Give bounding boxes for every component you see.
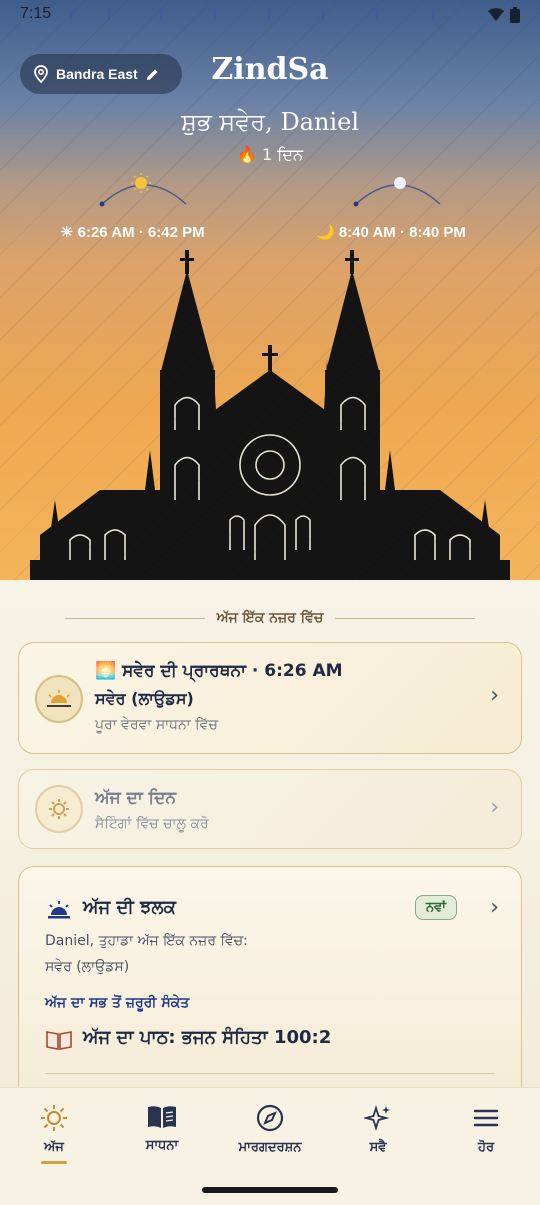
app-title: ZindSa <box>211 52 329 87</box>
chevron-right-icon: › <box>490 895 499 920</box>
glimpse-line-2: ਸਵੇਰ (ਲਾਉਡਸ) <box>45 959 130 975</box>
nav-label: ਸਵੈ <box>369 1140 387 1155</box>
glimpse-title: ਅੱਜ ਦੀ ਝਲਕ <box>83 897 176 918</box>
nav-more[interactable]: ਹੋਰ <box>432 1088 540 1175</box>
prayer-title: 🌅 ਸਵੇਰ ਦੀ ਪ੍ਰਾਰਥਨਾ · 6:26 AM <box>95 661 343 681</box>
prayer-card[interactable]: 🌅 ਸਵੇਰ ਦੀ ਪ੍ਰਾਰਥਨਾ · 6:26 AM ਸਵੇਰ (ਲਾਉਡਸ… <box>18 642 522 754</box>
hero-banner: 7:15 Bandra East ZindSa ਸ਼ੁਭ ਸਵੇਰ, Danie… <box>0 0 540 580</box>
prayer-detail: ਪੂਰਾ ਵੇਰਵਾ ਸਾਧਨਾ ਵਿੱਚ <box>95 717 218 733</box>
day-title: ਅੱਜ ਦਾ ਦਿਨ <box>95 788 177 808</box>
open-book-icon <box>46 1031 72 1050</box>
new-badge: ਨਵਾਂ <box>415 895 457 920</box>
home-indicator[interactable] <box>202 1187 338 1193</box>
rain-drop <box>432 10 434 20</box>
status-time: 7:15 <box>20 5 52 22</box>
nav-label: ਸਾਧਨਾ <box>145 1138 179 1153</box>
sun-times: ☀ 6:26 AM · 6:42 PM <box>60 224 205 241</box>
divider <box>45 1073 495 1074</box>
battery-icon <box>510 7 520 23</box>
daily-reading: ਅੱਜ ਦਾ ਪਾਠ: ਭਜਨ ਸੰਹਿਤਾ 100:2 <box>83 1027 332 1048</box>
sun-icon <box>131 173 151 193</box>
sun-arc <box>99 173 187 207</box>
divider <box>64 617 205 619</box>
sun-icon <box>41 1105 67 1131</box>
church-illustration <box>30 250 510 580</box>
nav-today[interactable]: ਅੱਜ <box>0 1088 108 1175</box>
nav-guidance[interactable]: ਮਾਰਗਦਰਸ਼ਨ <box>216 1088 324 1175</box>
section-title: ਅੱਜ ਇੱਕ ਨਜ਼ਰ ਵਿੱਚ <box>216 610 324 626</box>
gesture-bar <box>0 1175 540 1205</box>
chevron-right-icon: › <box>490 795 499 820</box>
section-header: ਅੱਜ ਇੱਕ ਨਜ਼ਰ ਵਿੱਚ <box>0 610 540 626</box>
rain-drop <box>376 10 378 20</box>
nav-practice[interactable]: ਸਾਧਨਾ <box>108 1088 216 1175</box>
nav-self[interactable]: ਸਵੈ <box>324 1088 432 1175</box>
sparkle-icon <box>364 1104 390 1132</box>
moon-arc <box>353 177 441 207</box>
menu-icon <box>473 1109 499 1127</box>
nav-label: ਅੱਜ <box>44 1140 64 1155</box>
rain-drop <box>160 10 162 20</box>
moon-icon <box>394 177 406 189</box>
divider <box>335 617 476 619</box>
chevron-right-icon: › <box>490 683 499 708</box>
moon-times: 🌙 8:40 AM · 8:40 PM <box>316 224 466 241</box>
rain-drop <box>322 10 324 20</box>
status-bar: 7:15 <box>0 0 540 32</box>
prayer-subtitle: ਸਵੇਰ (ਲਾਉਡਸ) <box>95 689 194 708</box>
compass-icon <box>256 1104 284 1132</box>
rain-drop <box>214 10 216 20</box>
signal-label: ਅੱਜ ਦਾ ਸਭ ਤੋਂ ਜ਼ਰੂਰੀ ਸੰਕੇਤ <box>45 995 190 1011</box>
status-icons <box>488 7 520 23</box>
streak-counter: 🔥 1 ਦਿਨ <box>236 145 304 164</box>
wifi-icon <box>488 8 504 21</box>
nav-label: ਮਾਰਗਦਰਸ਼ਨ <box>238 1140 302 1155</box>
greeting: ਸ਼ੁਭ ਸਵੇਰ, Daniel <box>180 108 360 136</box>
bottom-navigation: ਅੱਜ ਸਾਧਨਾ ਮਾਰਗਦਰਸ਼ਨ ਸਵੈ ਹੋਰ <box>0 1087 540 1175</box>
gear-icon <box>35 785 83 833</box>
active-indicator <box>41 1161 67 1164</box>
rain-drop <box>70 10 72 20</box>
sunrise-icon <box>48 901 70 919</box>
book-icon <box>148 1106 176 1128</box>
sunrise-icon <box>35 675 83 723</box>
nav-label: ਹੋਰ <box>477 1140 495 1155</box>
rain-drop <box>268 10 270 20</box>
glimpse-line-1: Daniel, ਤੁਹਾਡਾ ਅੱਜ ਇੱਕ ਨਜ਼ਰ ਵਿੱਚ: <box>45 933 248 949</box>
rain-drop <box>108 10 110 20</box>
glimpse-card[interactable]: ਅੱਜ ਦੀ ਝਲਕ ਨਵਾਂ › Daniel, ਤੁਹਾਡਾ ਅੱਜ ਇੱਕ… <box>18 866 522 1106</box>
day-detail: ਸੈਟਿੰਗਾਂ ਵਿੱਚ ਚਾਲੂ ਕਰੋ <box>95 816 209 832</box>
day-card[interactable]: ਅੱਜ ਦਾ ਦਿਨ ਸੈਟਿੰਗਾਂ ਵਿੱਚ ਚਾਲੂ ਕਰੋ › <box>18 769 522 849</box>
